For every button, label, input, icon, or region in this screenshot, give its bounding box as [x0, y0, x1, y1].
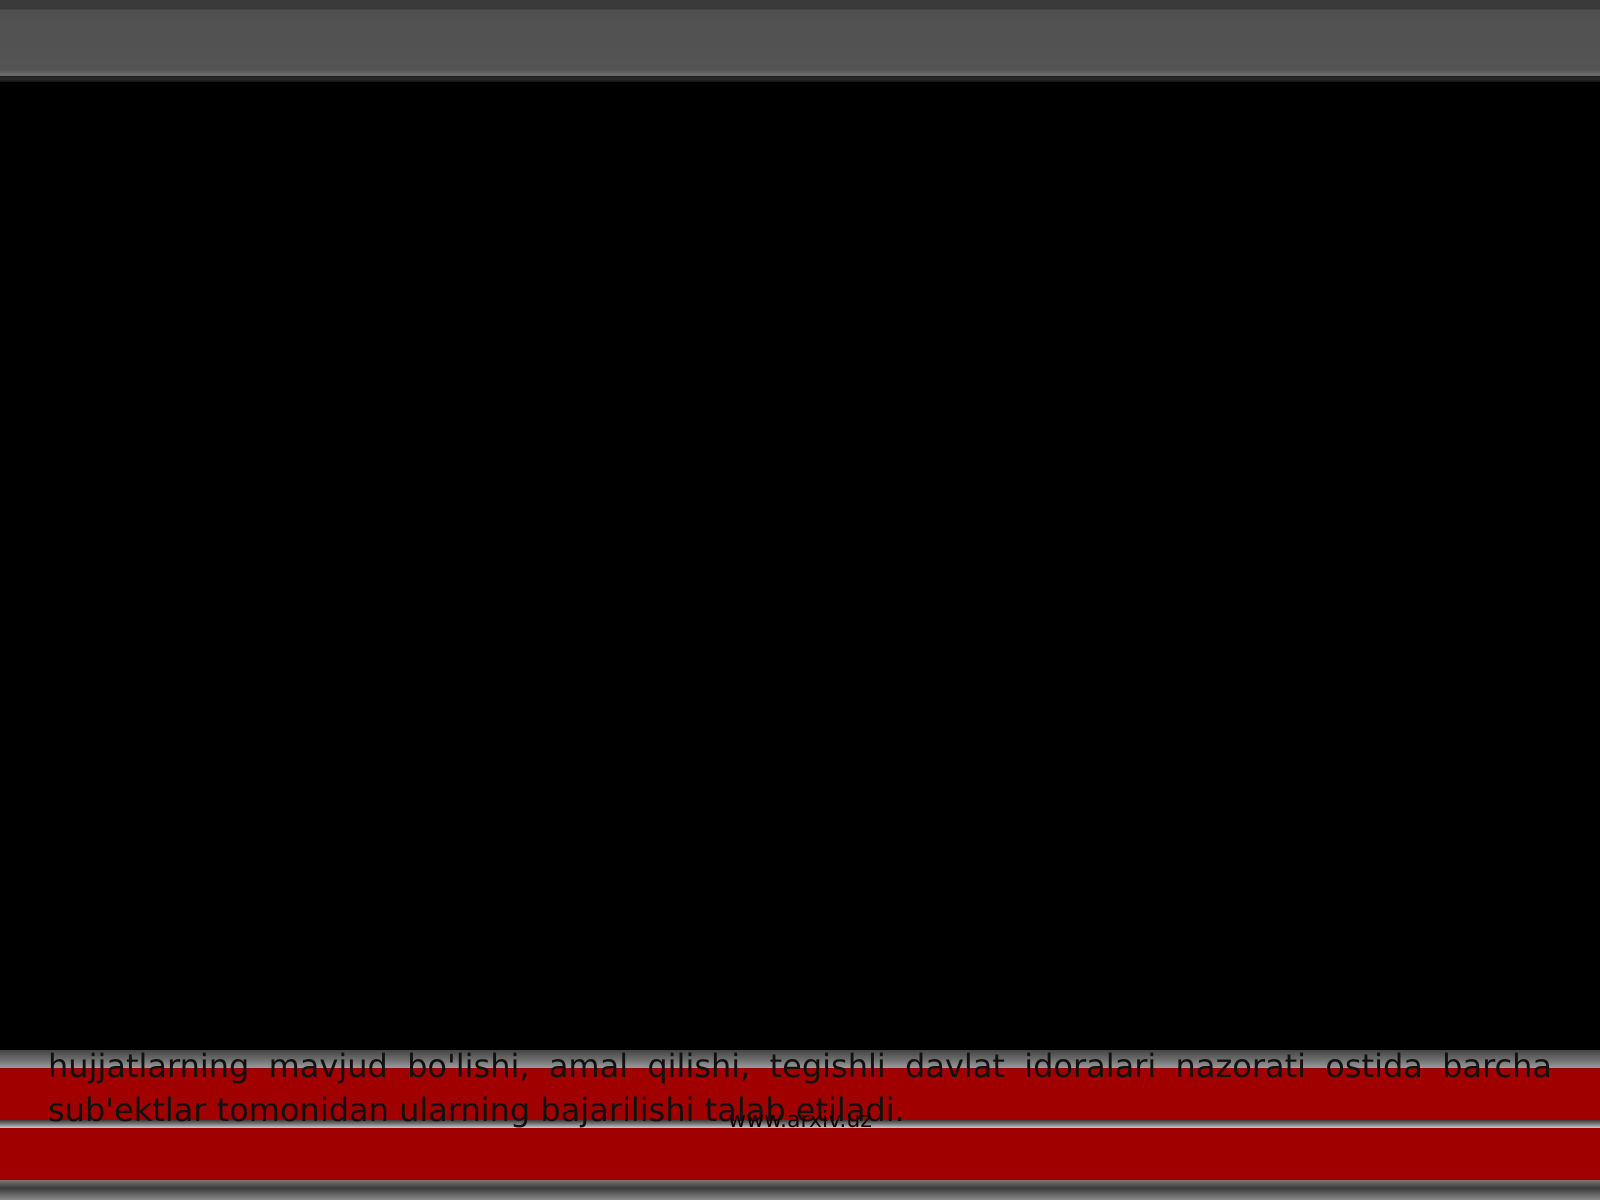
slide-page: hujjatlarning mavjud bo'lishi, amal qili… — [0, 0, 1600, 1200]
footer-red-band-lower — [0, 1128, 1600, 1180]
header-band — [0, 0, 1600, 78]
footer-bottom-stripe — [0, 1180, 1600, 1200]
slide-content-area — [0, 82, 1600, 1050]
site-url-footer: www.arxiv.uz — [728, 1108, 872, 1133]
